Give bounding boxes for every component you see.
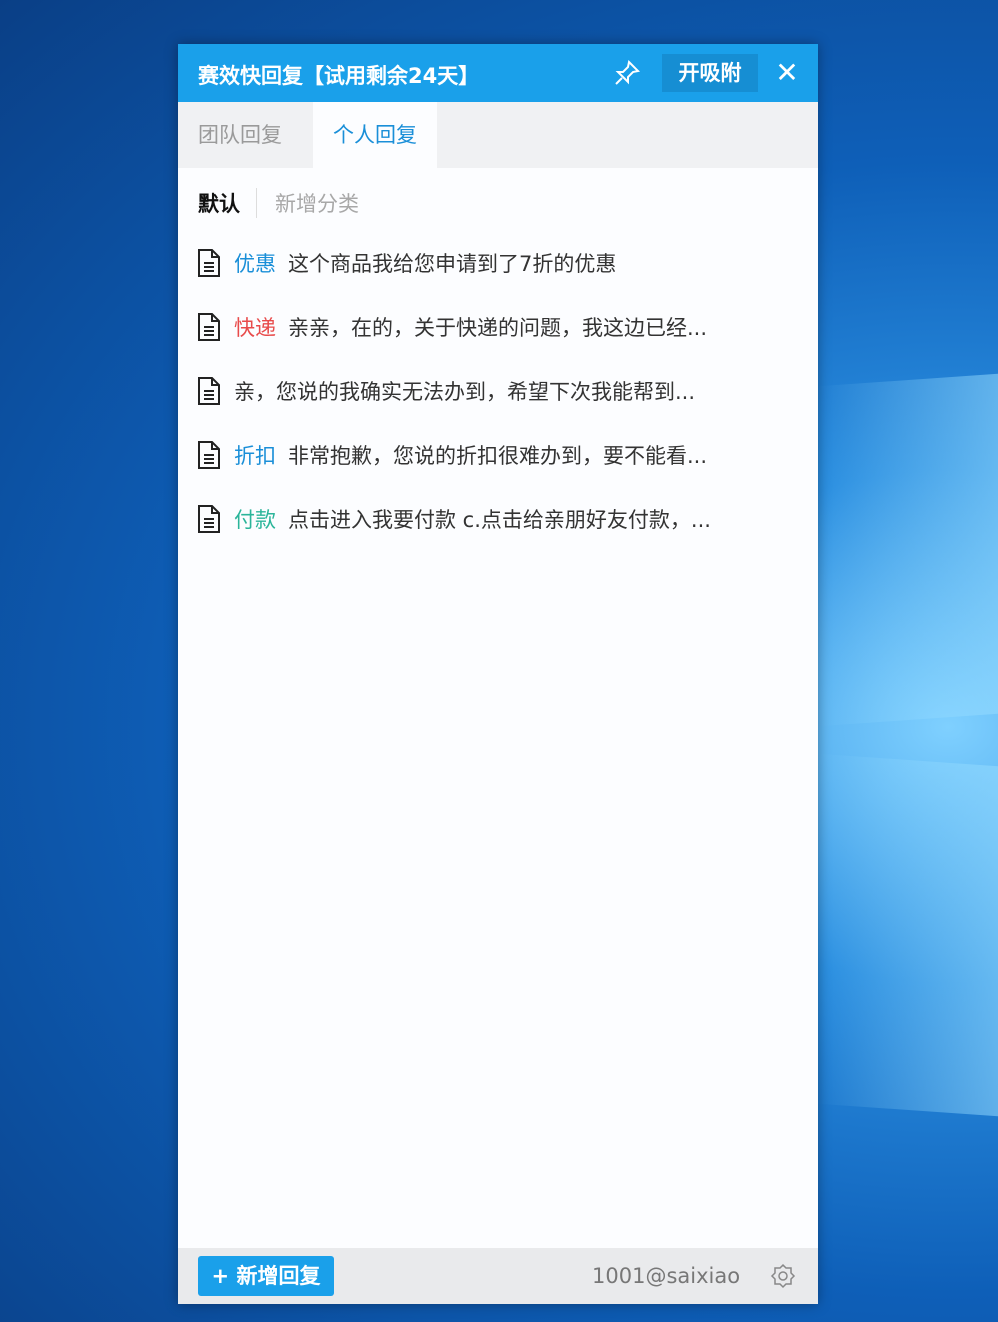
- document-icon: [196, 504, 222, 534]
- title-bar[interactable]: 赛效快回复【试用剩余24天】 开吸附 ✕: [178, 44, 818, 102]
- reply-tag: 折扣: [234, 440, 276, 470]
- desktop-window-logo-pane: [818, 374, 998, 727]
- footer: + 新增回复 1001@saixiao: [178, 1248, 818, 1304]
- tab-team-replies[interactable]: 团队回复: [178, 102, 302, 168]
- close-icon[interactable]: ✕: [772, 58, 802, 88]
- reply-text: 亲亲，在的，关于快递的问题，我这边已经...: [288, 312, 707, 342]
- reply-item[interactable]: 付款点击进入我要付款 c.点击给亲朋好友付款，...: [196, 499, 711, 539]
- document-icon: [196, 312, 222, 342]
- add-category-link[interactable]: 新增分类: [257, 188, 359, 218]
- attach-button[interactable]: 开吸附: [662, 54, 758, 92]
- reply-item[interactable]: 亲，您说的我确实无法办到，希望下次我能帮到...: [196, 371, 695, 411]
- document-icon: [196, 440, 222, 470]
- document-icon: [196, 248, 222, 278]
- pin-icon[interactable]: [612, 58, 642, 88]
- reply-text: 亲，您说的我确实无法办到，希望下次我能帮到...: [234, 376, 695, 406]
- category-default[interactable]: 默认: [198, 188, 257, 218]
- reply-text: 非常抱歉，您说的折扣很难办到，要不能看...: [288, 440, 707, 470]
- user-account: 1001@saixiao: [592, 1264, 740, 1288]
- gear-icon[interactable]: [770, 1263, 796, 1289]
- category-bar: 默认 新增分类: [198, 188, 359, 218]
- reply-item[interactable]: 折扣非常抱歉，您说的折扣很难办到，要不能看...: [196, 435, 707, 475]
- reply-item[interactable]: 快递亲亲，在的，关于快递的问题，我这边已经...: [196, 307, 707, 347]
- quick-reply-window: 赛效快回复【试用剩余24天】 开吸附 ✕ 团队回复 个人回复 默认 新增分类 优…: [178, 44, 818, 1304]
- document-icon: [196, 376, 222, 406]
- reply-text: 点击进入我要付款 c.点击给亲朋好友付款，...: [288, 504, 711, 534]
- window-title: 赛效快回复【试用剩余24天】: [198, 60, 479, 90]
- reply-text: 这个商品我给您申请到了7折的优惠: [288, 248, 616, 278]
- reply-tag: 付款: [234, 504, 276, 534]
- reply-item[interactable]: 优惠这个商品我给您申请到了7折的优惠: [196, 243, 616, 283]
- reply-tag: 快递: [234, 312, 276, 342]
- add-reply-button[interactable]: + 新增回复: [198, 1256, 334, 1296]
- desktop-window-logo-pane: [818, 754, 998, 1117]
- reply-tag: 优惠: [234, 248, 276, 278]
- tab-personal-replies[interactable]: 个人回复: [313, 102, 437, 168]
- tab-bar: 团队回复 个人回复: [178, 102, 818, 168]
